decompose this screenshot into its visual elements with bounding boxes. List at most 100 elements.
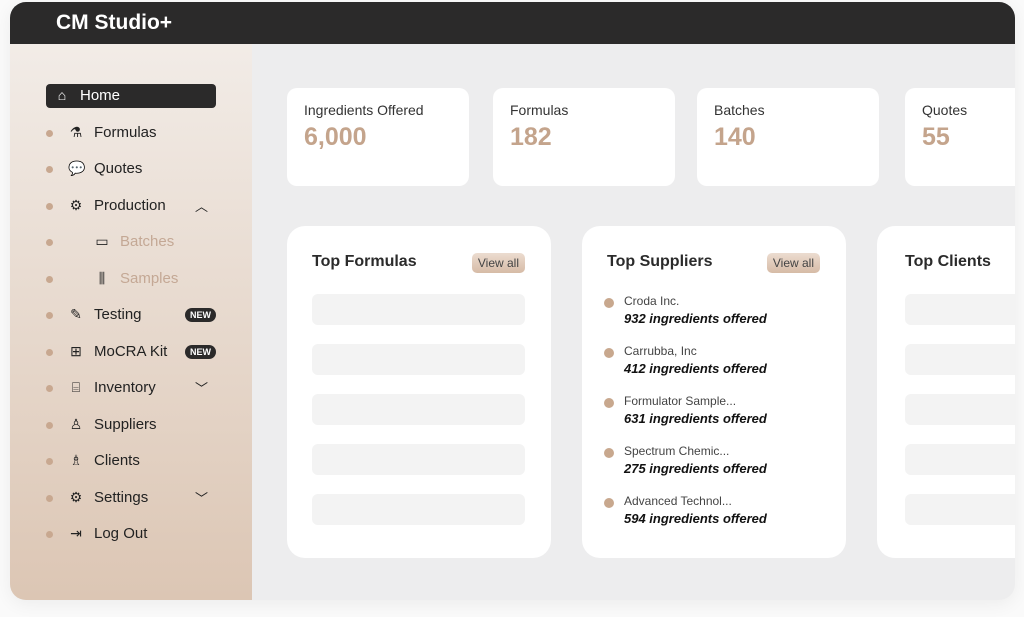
supplier-name: Croda Inc. <box>624 294 680 308</box>
supplier-count: 275 ingredients offered <box>624 461 767 476</box>
box-icon: ▭ <box>95 233 109 249</box>
sidebar-item-testing[interactable]: ✎ Testing NEW <box>46 303 216 327</box>
bullet <box>604 348 614 358</box>
bullet <box>46 458 53 465</box>
top-suppliers-card: Top Suppliers View all Croda Inc. 932 ing… <box>582 226 846 558</box>
bullet <box>604 298 614 308</box>
placeholder-row <box>312 394 525 425</box>
stat-title: Quotes <box>922 102 968 118</box>
bullet <box>46 348 53 356</box>
supplier-name: Spectrum Chemic... <box>624 444 730 458</box>
bullet <box>46 239 53 246</box>
sidebar-item-suppliers[interactable]: ♙ Suppliers <box>46 413 216 437</box>
placeholder-row <box>905 494 1015 525</box>
bullet <box>46 129 53 137</box>
sidebar-item-label: Home <box>80 87 121 104</box>
logout-icon: ⇥ <box>70 525 82 541</box>
stat-title: Batches <box>714 102 765 118</box>
bullet <box>604 498 614 508</box>
stat-card: Formulas 182 <box>493 88 675 186</box>
bullet <box>46 202 53 210</box>
placeholder-row <box>905 394 1015 425</box>
sidebar-item-quotes[interactable]: 💬 Quotes <box>46 157 216 181</box>
sidebar-item-label: Log Out <box>94 525 148 542</box>
new-badge: NEW <box>185 344 216 359</box>
chat-icon: 💬 <box>68 160 86 176</box>
stat-title: Ingredients Offered <box>304 102 424 118</box>
card-title: Top Suppliers <box>607 253 713 270</box>
stat-card: Quotes 55 <box>905 88 1015 186</box>
supplier-name: Carrubba, Inc <box>624 344 697 358</box>
view-all-formulas-button[interactable]: View all <box>471 253 525 273</box>
sidebar-item-settings[interactable]: ⚙ Settings ﹀ <box>46 486 216 510</box>
first-aid-kit-icon: ⊞ <box>70 342 82 359</box>
placeholder-row <box>312 444 525 475</box>
sidebar-item-label: MoCRA Kit <box>94 342 168 360</box>
chevron-down-icon[interactable]: ﹀ <box>195 488 208 507</box>
sidebar-item-label: Formulas <box>94 123 157 141</box>
bullet <box>604 448 614 458</box>
stat-value: 55 <box>922 123 950 151</box>
placeholder-row <box>905 344 1015 375</box>
sidebar-item-label: Batches <box>120 233 175 250</box>
sidebar-item-label: Samples <box>120 269 179 287</box>
sidebar-item-label: Quotes <box>94 160 143 177</box>
toolbox-icon: ⌸ <box>71 379 81 395</box>
sidebar-item-label: Production <box>94 196 166 214</box>
new-badge: NEW <box>185 308 216 322</box>
supplier-count: 594 ingredients offered <box>624 511 767 526</box>
hand-user-icon: ♗ <box>69 452 83 468</box>
home-icon: ⌂ <box>57 87 67 103</box>
bullet <box>46 166 53 173</box>
top-clients-card: Top Clients <box>877 226 1015 558</box>
app-window: CM Studio+ ⌂ Home ⚗ Formulas 💬 Quotes ⚙ Product… <box>10 2 1015 600</box>
stat-card: Ingredients Offered 6,000 <box>287 88 469 186</box>
view-all-suppliers-button[interactable]: View all <box>766 253 820 273</box>
placeholder-row <box>312 494 525 525</box>
sidebar-item-label: Clients <box>94 452 140 469</box>
settings-icon: ⚙ <box>69 488 83 505</box>
bullet <box>46 531 53 538</box>
supplier-count: 412 ingredients offered <box>624 361 767 376</box>
sidebar-item-label: Testing <box>94 306 142 323</box>
test-tubes-icon: ⫼ <box>98 269 106 286</box>
sidebar-item-label: Inventory <box>94 379 156 396</box>
stat-title: Formulas <box>510 102 569 118</box>
placeholder-row <box>905 294 1015 325</box>
stat-value: 6,000 <box>304 123 367 151</box>
sidebar-item-clients[interactable]: ♗ Clients <box>46 449 216 473</box>
placeholder-row <box>312 344 525 375</box>
bullet <box>46 275 53 283</box>
sidebar-item-samples[interactable]: ⫼ Samples <box>46 267 216 291</box>
sidebar: ⌂ Home ⚗ Formulas 💬 Quotes ⚙ Production ︿ ▭ Batche… <box>10 44 252 600</box>
pipette-icon: ✎ <box>70 306 82 322</box>
stat-value: 140 <box>714 123 756 151</box>
placeholder-row <box>312 294 525 325</box>
app-title: CM Studio+ <box>10 2 1015 44</box>
sidebar-item-production[interactable]: ⚙ Production ︿ <box>46 194 216 218</box>
gear-icon: ⚙ <box>69 196 83 213</box>
bullet <box>46 421 53 429</box>
bullet <box>46 494 53 502</box>
sidebar-item-inventory[interactable]: ⌸ Inventory ﹀ <box>46 376 216 400</box>
chevron-up-icon[interactable]: ︿ <box>195 196 208 215</box>
supplier-count: 631 ingredients offered <box>624 411 767 426</box>
bullet <box>604 398 614 408</box>
stat-card: Batches 140 <box>697 88 879 186</box>
placeholder-row <box>905 444 1015 475</box>
sidebar-item-label: Suppliers <box>94 415 157 433</box>
sidebar-item-log-out[interactable]: ⇥ Log Out <box>46 522 216 546</box>
card-title: Top Clients <box>905 253 991 270</box>
supplier-name: Advanced Technol... <box>624 494 732 508</box>
worker-icon: ♙ <box>69 415 83 432</box>
top-formulas-card: Top Formulas View all <box>287 226 551 558</box>
sidebar-item-batches[interactable]: ▭ Batches <box>46 230 216 254</box>
sidebar-item-home[interactable]: ⌂ Home <box>46 84 216 108</box>
bullet <box>46 312 53 319</box>
chevron-down-icon[interactable]: ﹀ <box>195 378 208 397</box>
flask-icon: ⚗ <box>69 123 83 140</box>
sidebar-item-mocra-kit[interactable]: ⊞ MoCRA Kit NEW <box>46 340 216 364</box>
bullet <box>46 385 53 392</box>
sidebar-item-formulas[interactable]: ⚗ Formulas <box>46 121 216 145</box>
supplier-name: Formulator Sample... <box>624 394 737 408</box>
